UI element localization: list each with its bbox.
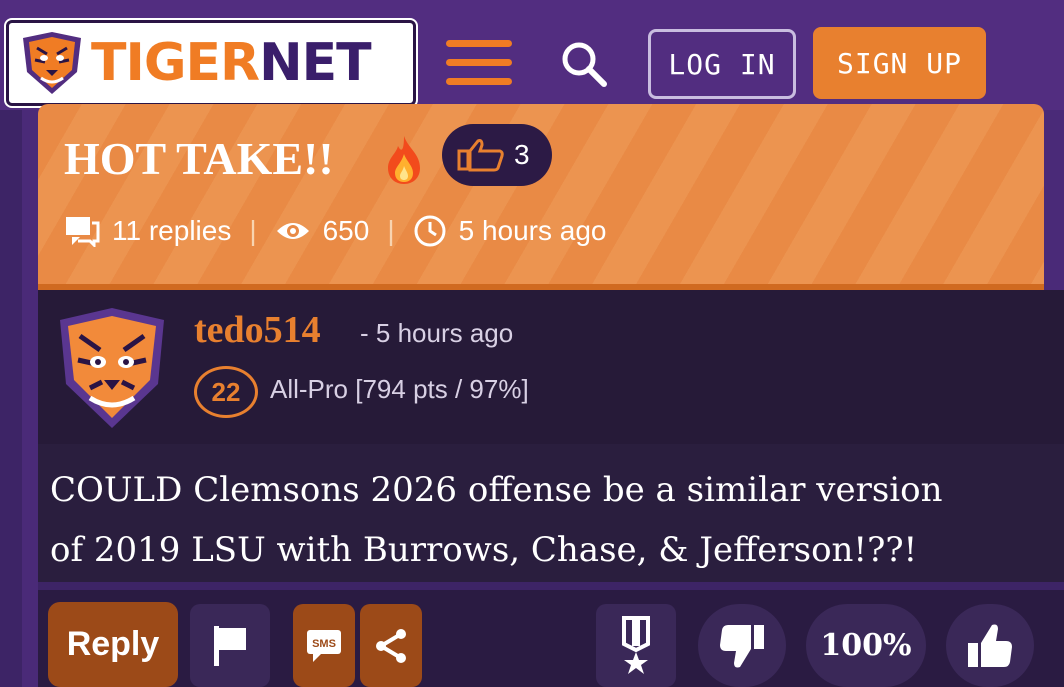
post-banner: HOT TAKE!! 3 11 replies | 650 | 5 hours … (38, 104, 1044, 284)
author-row: tedo514 - 5 hours ago 22 All-Pro [794 pt… (38, 290, 1064, 444)
site-header: TIGERNET LOG IN SIGN UP (0, 0, 1064, 110)
login-button[interactable]: LOG IN (648, 29, 796, 99)
signup-button[interactable]: SIGN UP (813, 27, 986, 99)
author-username[interactable]: tedo514 (194, 308, 321, 352)
side-strip (0, 110, 22, 687)
sms-icon: SMS (307, 629, 341, 662)
likes-badge[interactable]: 3 (442, 124, 552, 186)
thumbs-down-icon (720, 624, 764, 667)
tiger-logo-icon (23, 32, 81, 94)
share-button[interactable] (360, 604, 422, 687)
post-body-line-2: of 2019 LSU with Burrows, Chase, & Jeffe… (50, 530, 918, 570)
logo-text-net: NET (259, 33, 372, 93)
share-icon (376, 628, 406, 663)
post-meta: 11 replies | 650 | 5 hours ago (64, 214, 607, 248)
sms-share-button[interactable]: SMS (293, 604, 355, 687)
flag-icon (214, 625, 246, 666)
reply-count: 11 replies (112, 215, 232, 246)
avatar[interactable] (50, 306, 174, 430)
comments-icon (66, 217, 100, 247)
menu-icon[interactable] (446, 40, 512, 88)
like-button[interactable] (946, 604, 1034, 687)
award-button[interactable] (596, 604, 676, 687)
report-button[interactable] (190, 604, 270, 687)
medal-icon (622, 615, 650, 674)
rank-badge: 22 (194, 366, 258, 418)
view-count: 650 (322, 215, 370, 246)
vote-percentage: 100% (806, 604, 926, 687)
search-icon[interactable] (558, 38, 610, 90)
post-title: HOT TAKE!! (64, 133, 334, 184)
clock-icon (414, 215, 446, 247)
dislike-button[interactable] (698, 604, 786, 687)
post-actions: Reply SMS 100% (38, 590, 1064, 687)
author-post-time: - 5 hours ago (360, 318, 514, 348)
logo-text-tiger: TIGER (91, 33, 260, 93)
post-time: 5 hours ago (458, 215, 607, 246)
thumbs-up-icon (968, 624, 1012, 667)
rank-label: All-Pro [794 pts / 97%] (270, 374, 529, 404)
logo-wordmark: TIGERNET (91, 33, 372, 93)
fire-icon (388, 136, 420, 184)
vote-percent-text: 100% (820, 628, 912, 663)
likes-count: 3 (514, 139, 530, 170)
eye-icon (276, 223, 309, 239)
thumbs-up-icon (457, 139, 504, 172)
sms-label: SMS (312, 638, 336, 650)
body-divider (38, 582, 1064, 590)
post-body-line-1: COULD Clemsons 2026 offense be a similar… (50, 470, 943, 510)
site-logo[interactable]: TIGERNET (6, 20, 416, 106)
post-body: COULD Clemsons 2026 offense be a similar… (38, 444, 1064, 582)
reply-button[interactable]: Reply (48, 602, 178, 687)
